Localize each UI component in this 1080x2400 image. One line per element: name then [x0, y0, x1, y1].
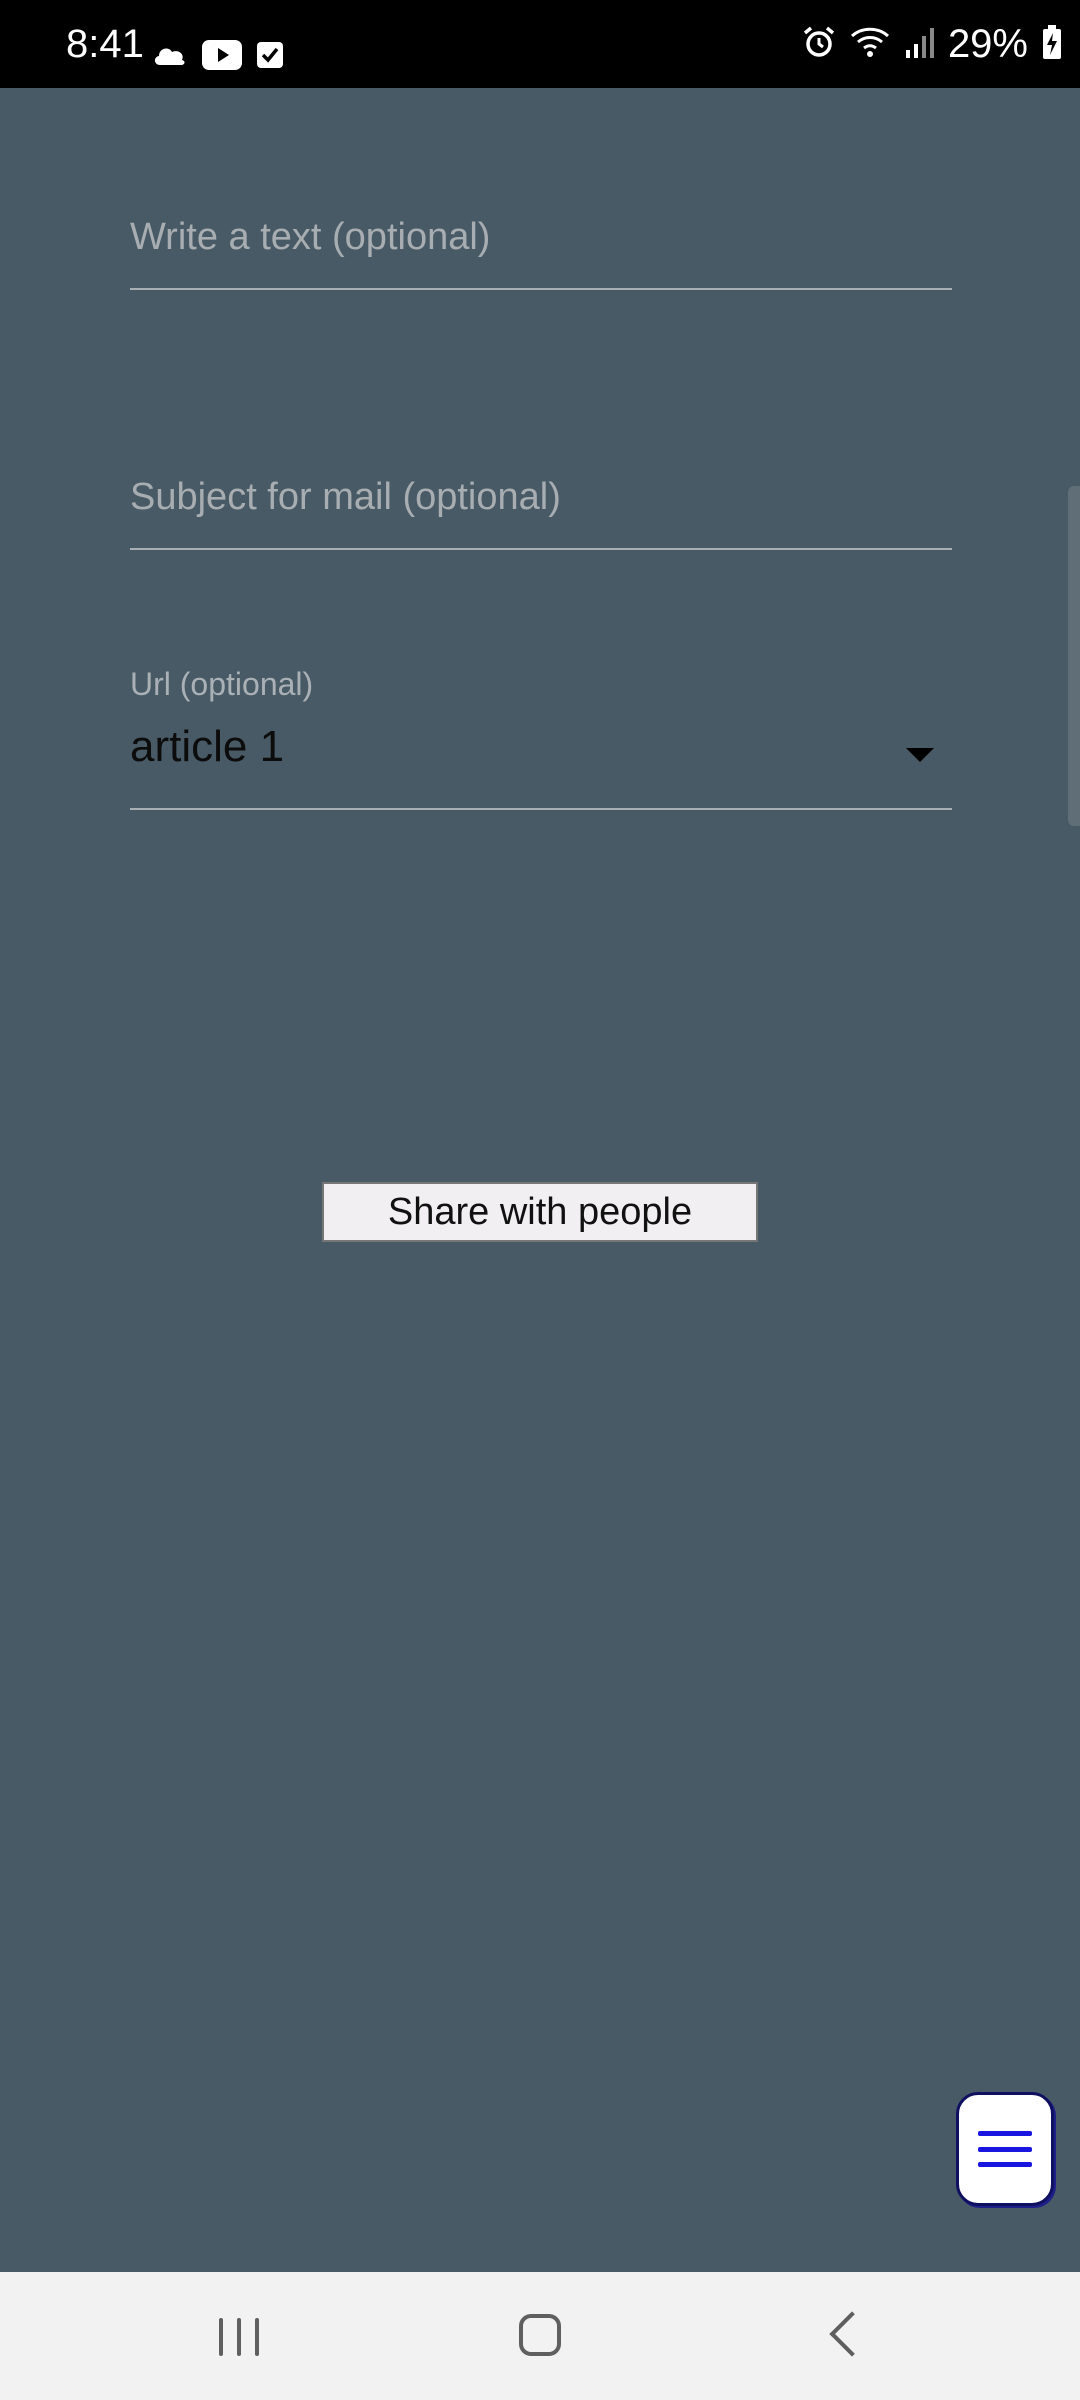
battery-charging-icon [1042, 24, 1062, 64]
menu-icon [978, 2131, 1032, 2167]
url-label: Url (optional) [130, 666, 314, 702]
battery-percent: 29% [947, 22, 1028, 66]
wifi-icon [850, 26, 890, 63]
text-input-placeholder: Write a text (optional) [130, 216, 491, 258]
status-time: 8:41 [66, 22, 144, 66]
back-icon[interactable] [829, 2311, 875, 2357]
status-right-icons: 29% [802, 22, 1062, 66]
url-dropdown[interactable]: Url (optional) article 1 [130, 654, 952, 810]
status-left-icons [152, 40, 284, 75]
scrollbar[interactable] [1068, 486, 1080, 826]
text-input[interactable]: Write a text (optional) [130, 178, 952, 290]
menu-button[interactable] [956, 2092, 1054, 2206]
home-icon[interactable] [519, 2314, 561, 2356]
signal-icon [904, 26, 934, 63]
status-bar: 8:41 29% [0, 0, 1080, 88]
dropdown-arrow-icon[interactable] [906, 748, 934, 762]
subject-input[interactable]: Subject for mail (optional) [130, 438, 952, 550]
recent-apps-icon[interactable] [219, 2318, 259, 2356]
share-button[interactable]: Share with people [322, 1182, 758, 1242]
subject-input-placeholder: Subject for mail (optional) [130, 476, 561, 518]
cloud-icon [152, 43, 188, 72]
youtube-icon [202, 40, 242, 75]
checkbox-icon [256, 40, 284, 75]
url-selected-value: article 1 [130, 722, 285, 771]
alarm-icon [802, 25, 836, 64]
navigation-bar [0, 2272, 1080, 2400]
